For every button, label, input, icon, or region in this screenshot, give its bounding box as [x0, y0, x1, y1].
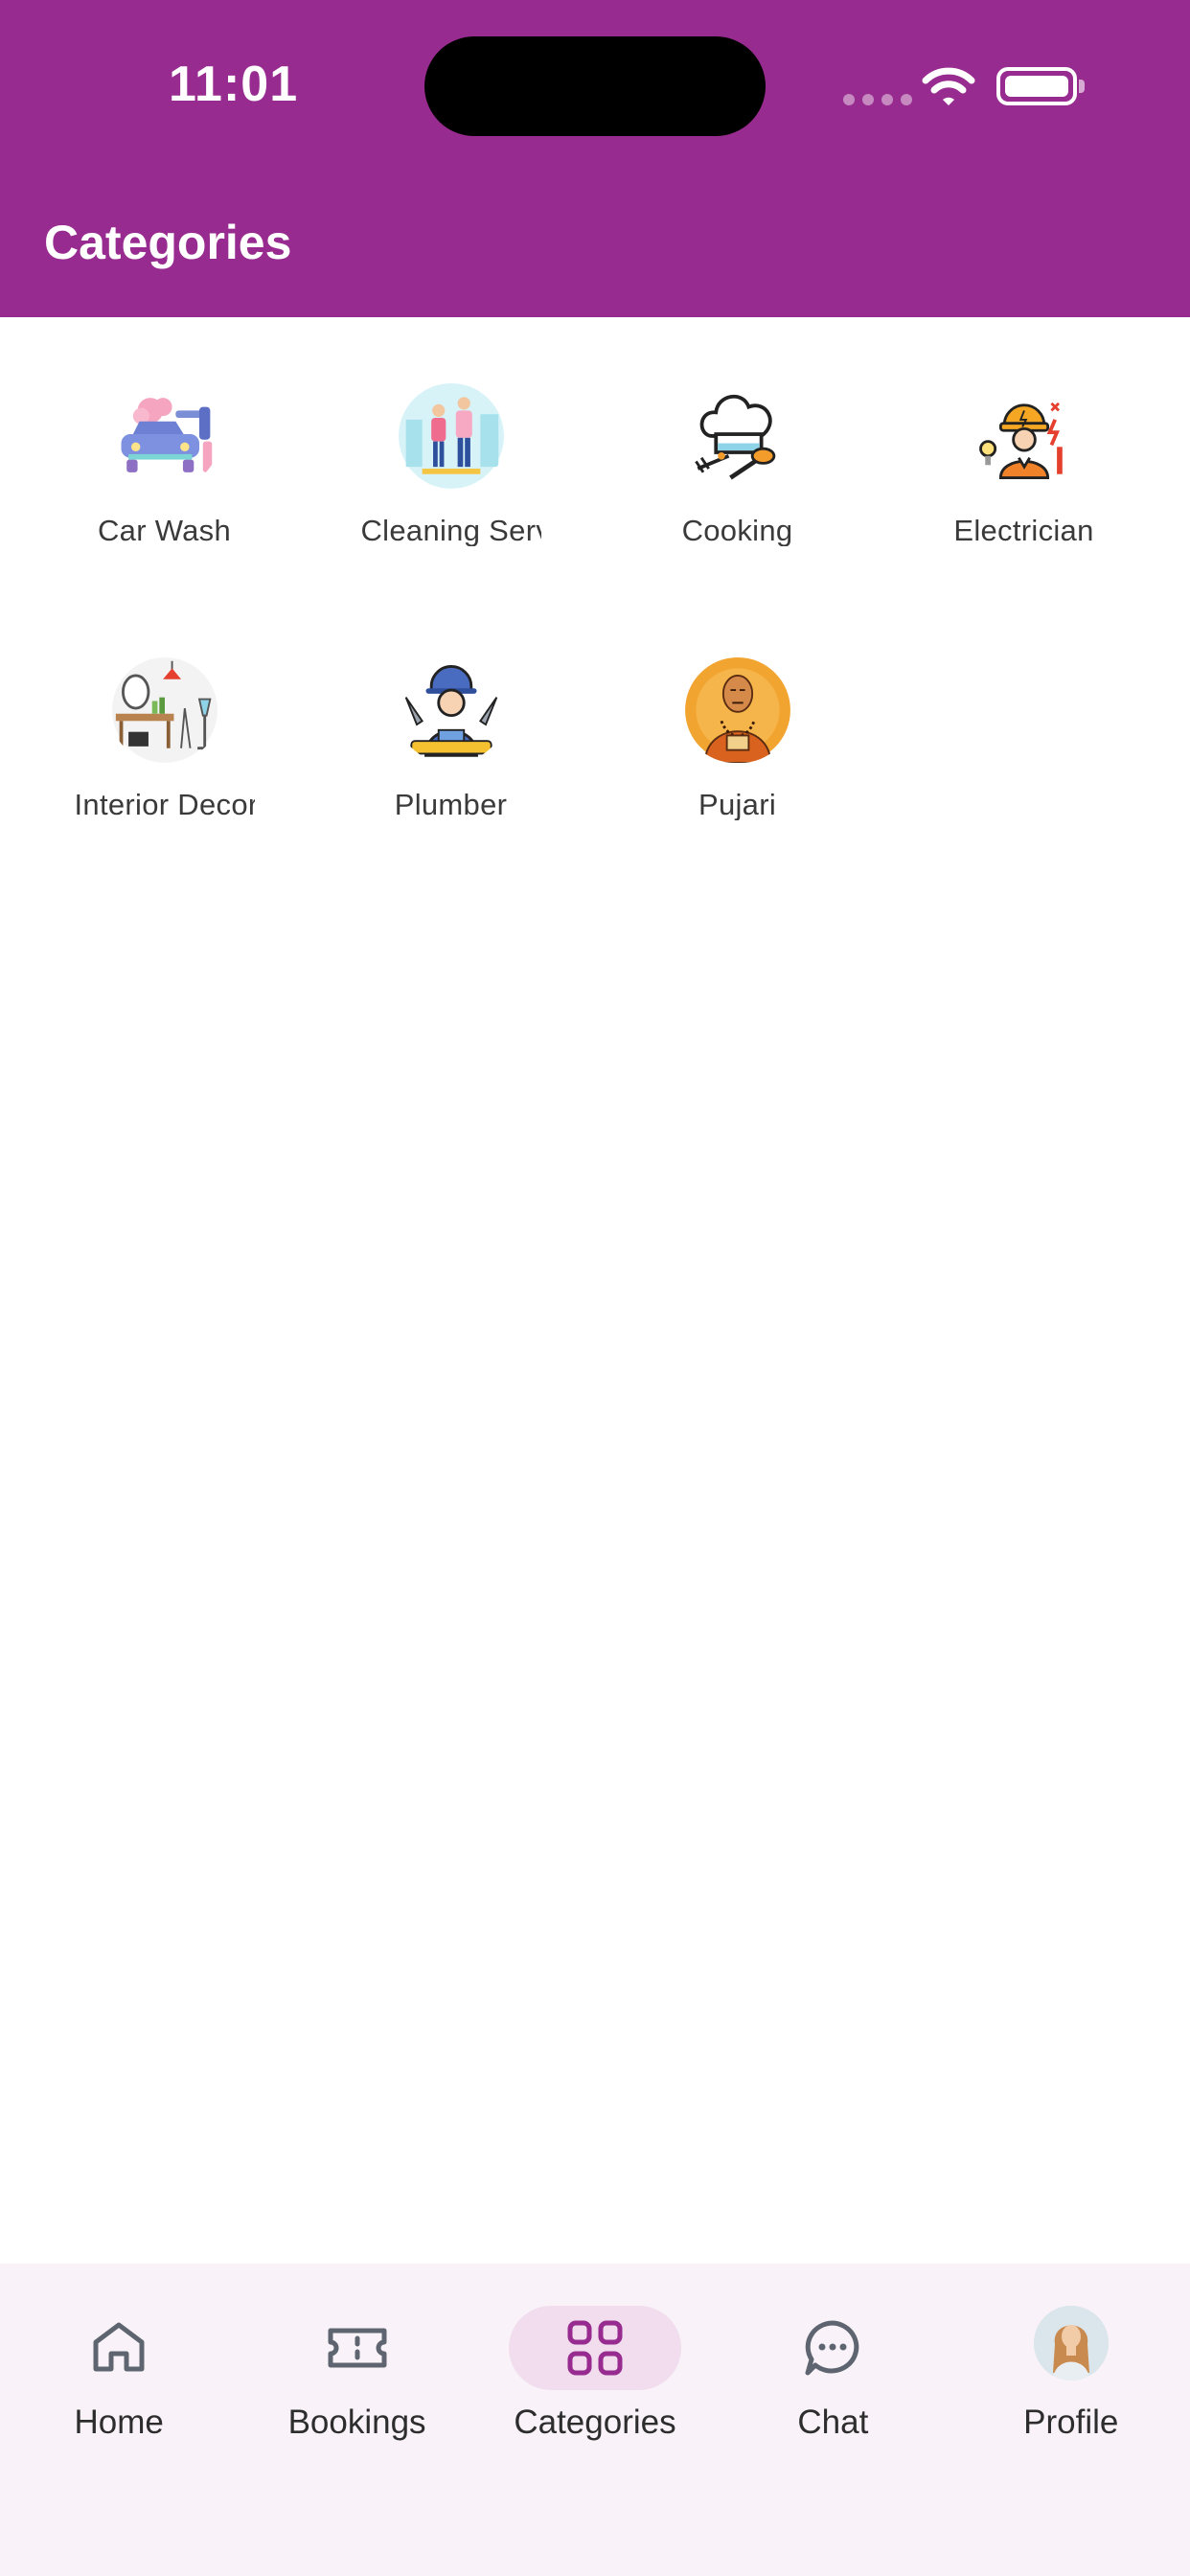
nav-label: Home: [74, 2404, 164, 2441]
nav-label: Categories: [514, 2404, 676, 2441]
chef-hat-icon: [684, 383, 790, 489]
category-grid: Car Wash Cleaning Services Cooking: [21, 383, 1169, 820]
nav-label: Chat: [797, 2404, 869, 2441]
battery-icon: [996, 67, 1077, 105]
category-plumber[interactable]: Plumber: [308, 657, 594, 820]
ticket-icon: [328, 2328, 387, 2368]
nav-home[interactable]: Home: [0, 2264, 238, 2576]
category-electrician[interactable]: Electrician: [881, 383, 1167, 546]
interior-decor-icon: [111, 657, 217, 763]
category-label: Plumber: [394, 787, 508, 820]
status-time: 11:01: [169, 57, 299, 112]
plumber-icon: [398, 657, 504, 763]
nav-bookings[interactable]: Bookings: [238, 2264, 475, 2576]
category-interior-decor[interactable]: Interior Decor: [21, 657, 308, 820]
home-icon: [93, 2322, 145, 2372]
category-car-wash[interactable]: Car Wash: [21, 383, 308, 546]
page-title: Categories: [44, 216, 292, 269]
nav-categories[interactable]: Categories: [476, 2264, 714, 2576]
category-cleaning-services[interactable]: Cleaning Services: [308, 383, 594, 546]
category-label: Pujari: [698, 787, 777, 820]
pujari-icon: [684, 657, 790, 763]
category-label: Car Wash: [97, 513, 232, 546]
wifi-icon: [922, 67, 975, 105]
cellular-signal-icon: [843, 94, 912, 105]
car-wash-icon: [111, 383, 217, 489]
electrician-icon: [971, 383, 1077, 489]
cleaning-services-icon: [398, 383, 504, 489]
category-pujari[interactable]: Pujari: [594, 657, 881, 820]
avatar: [1033, 2306, 1109, 2380]
nav-chat[interactable]: Chat: [714, 2264, 951, 2576]
chat-bubble-icon: [805, 2320, 859, 2376]
category-label: Electrician: [953, 513, 1094, 546]
battery-cap: [1079, 80, 1085, 93]
category-label: Cooking: [681, 513, 793, 546]
nav-profile[interactable]: Profile: [952, 2264, 1190, 2576]
bottom-navigation: Home Bookings Categories Chat Profile: [0, 2264, 1190, 2576]
app-header: 11:01 Categories: [0, 0, 1190, 317]
category-label: Interior Decor: [74, 787, 255, 820]
nav-label: Bookings: [287, 2404, 426, 2441]
nav-label: Profile: [1023, 2404, 1119, 2441]
category-label: Cleaning Services: [360, 513, 541, 546]
category-cooking[interactable]: Cooking: [594, 383, 881, 546]
grid-icon: [567, 2320, 623, 2376]
dynamic-island: [424, 36, 766, 136]
